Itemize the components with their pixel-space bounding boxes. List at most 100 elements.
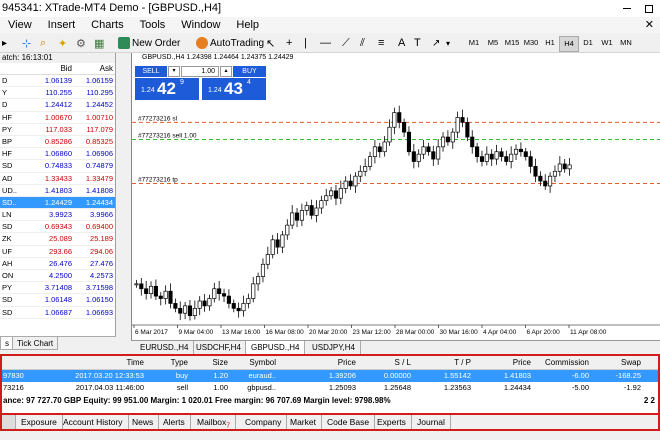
timeframe-m5[interactable]: M5 <box>483 36 503 50</box>
tab-eurusd[interactable]: EURUSD.,H4 <box>135 341 195 354</box>
bid-value: 293.66 <box>49 246 72 256</box>
tab-code-base[interactable]: Code Base <box>322 415 376 429</box>
cross-icon[interactable]: + <box>286 35 292 51</box>
star-icon[interactable]: ✦ <box>58 35 67 51</box>
tab-usdjpy[interactable]: USDJPY,H4 <box>307 341 361 354</box>
tab-exposure[interactable]: Exposure <box>16 415 63 429</box>
text-icon[interactable]: A <box>398 35 405 51</box>
col-swap[interactable]: Swap <box>591 356 643 369</box>
arrow-icon[interactable]: ▸ <box>2 35 7 51</box>
list-item[interactable]: BP 0.85286 0.85325 <box>0 136 115 149</box>
lot-down-icon[interactable]: ▾ <box>168 66 180 77</box>
arrow-tool-icon[interactable]: ↗ <box>432 35 440 51</box>
hline-icon[interactable]: — <box>320 35 331 51</box>
tab-usdchf[interactable]: USDCHF,H4 <box>191 341 247 354</box>
channel-icon[interactable]: ⫽ <box>360 35 365 51</box>
list-item[interactable]: HF 1.06860 1.06906 <box>0 148 115 161</box>
list-item[interactable]: PY 3.71408 3.71598 <box>0 282 115 295</box>
menu-charts[interactable]: Charts <box>83 17 131 33</box>
tab-mailbox[interactable]: Mailbox7 <box>192 415 237 430</box>
table-row[interactable]: 97830 2017.03.20 12:33:53 buy 1.20 euraud.. 1… <box>2 370 658 382</box>
list-item[interactable]: SD 1.06687 1.06693 <box>0 307 115 319</box>
sell-button[interactable]: SELL <box>135 66 167 77</box>
buy-price-button[interactable]: 1.24 43 4 <box>202 78 266 100</box>
search-icon[interactable]: ⌕ <box>40 35 46 51</box>
list-item[interactable]: HF 1.00670 1.00710 <box>0 112 115 124</box>
list-item[interactable]: AD 1.33433 1.33479 <box>0 173 115 185</box>
tab-tick-chart[interactable]: Tick Chart <box>12 337 59 350</box>
cursor-icon[interactable]: ↖ <box>266 35 275 51</box>
col-size[interactable]: Size <box>190 356 230 369</box>
list-item[interactable]: SD 0.69343 0.69400 <box>0 221 115 234</box>
lot-size-input[interactable]: 1.00 <box>181 66 219 77</box>
terminal-tab-trade[interactable] <box>2 415 16 429</box>
col-sl[interactable]: S / L <box>358 356 413 369</box>
trendline-icon[interactable]: ⟋ <box>342 35 350 51</box>
list-item[interactable]: UF 293.66 294.06 <box>0 246 115 258</box>
list-item[interactable]: AH 26.476 27.476 <box>0 258 115 270</box>
col-current-price[interactable]: Price <box>473 356 533 369</box>
tab-gbpusd[interactable]: GBPUSD.,H4 <box>245 341 306 354</box>
list-item[interactable]: D 1.06139 1.06159 <box>0 75 115 88</box>
list-item[interactable]: PY 117.033 117.079 <box>0 124 115 136</box>
list-item[interactable]: D 1.24412 1.24452 <box>0 99 115 112</box>
menu-help[interactable]: Help <box>228 17 267 33</box>
timeframe-mn[interactable]: MN <box>616 36 636 50</box>
candle-body <box>484 153 489 162</box>
chevron-down-icon[interactable]: ▾ <box>446 35 450 51</box>
col-commission[interactable]: Commission <box>533 356 591 369</box>
col-type[interactable]: Type <box>146 356 190 369</box>
timeframe-w1[interactable]: W1 <box>597 36 617 50</box>
candle-body <box>329 190 334 197</box>
timeframe-d1[interactable]: D1 <box>578 36 598 50</box>
tab-news[interactable]: News <box>127 415 160 429</box>
list-item[interactable]: Y 110.255 110.295 <box>0 87 115 100</box>
col-tp[interactable]: T / P <box>413 356 473 369</box>
col-bid[interactable]: Bid <box>38 63 74 74</box>
col-time[interactable]: Time <box>24 356 146 369</box>
minimize-icon[interactable] <box>616 0 638 17</box>
autotrading-button[interactable]: AutoTrading <box>196 35 264 51</box>
price-chart[interactable]: #77273216 sl #77273216 sell 1.00 #77273216… <box>131 53 660 340</box>
fibo-icon[interactable]: ≡ <box>378 35 384 51</box>
timeframe-h4[interactable]: H4 <box>559 36 579 52</box>
sell-price-button[interactable]: 1.24 42 9 <box>135 78 199 100</box>
list-item[interactable]: SD 1.06148 1.06150 <box>0 294 115 307</box>
crosshair-icon[interactable]: ⊹ <box>22 35 31 51</box>
table-row[interactable]: 73216 2017.04.03 11:46:00 sell 1.00 gbpusd..… <box>2 382 658 394</box>
menu-window[interactable]: Window <box>173 17 228 33</box>
list-item[interactable]: ON 4.2500 4.2573 <box>0 270 115 283</box>
menu-tools[interactable]: Tools <box>132 17 174 33</box>
grid-icon[interactable]: ▦ <box>94 35 104 51</box>
label-icon[interactable]: T <box>414 35 421 51</box>
maximize-icon[interactable] <box>638 0 660 17</box>
list-item[interactable]: LN 3.9923 3.9966 <box>0 209 115 222</box>
menu-view[interactable]: View <box>0 17 40 33</box>
col-symbol[interactable]: Symbol <box>230 356 278 369</box>
timeframe-h1[interactable]: H1 <box>540 36 560 50</box>
list-item[interactable]: SD 0.74833 0.74879 <box>0 160 115 173</box>
new-order-button[interactable]: New Order <box>118 35 180 51</box>
tab-market[interactable]: Market <box>285 415 322 429</box>
lot-up-icon[interactable]: ▴ <box>220 66 232 77</box>
timeframe-m1[interactable]: M1 <box>464 36 484 50</box>
list-item[interactable]: SD.. 1.24429 1.24434 <box>0 196 115 210</box>
tab-account-history[interactable]: Account History <box>58 415 129 429</box>
vline-icon[interactable]: | <box>304 35 307 51</box>
col-symbol[interactable] <box>0 63 38 74</box>
col-order[interactable] <box>2 356 24 369</box>
col-price[interactable]: Price <box>278 356 358 369</box>
list-item[interactable]: ZK 25.089 25.189 <box>0 233 115 246</box>
list-item[interactable]: UD.. 1.41803 1.41808 <box>0 185 115 197</box>
timeframe-m30[interactable]: M30 <box>521 36 541 50</box>
tab-company[interactable]: Company <box>240 415 288 429</box>
gear-icon[interactable]: ⚙ <box>76 35 86 51</box>
tab-journal[interactable]: Journal <box>412 415 451 429</box>
menu-insert[interactable]: Insert <box>40 17 84 33</box>
timeframe-m15[interactable]: M15 <box>502 36 522 50</box>
tab-alerts[interactable]: Alerts <box>158 415 191 429</box>
buy-button[interactable]: BUY <box>233 66 266 77</box>
col-ask[interactable]: Ask <box>74 63 115 74</box>
close-icon[interactable]: ✕ <box>645 19 654 31</box>
tab-experts[interactable]: Experts <box>372 415 412 429</box>
